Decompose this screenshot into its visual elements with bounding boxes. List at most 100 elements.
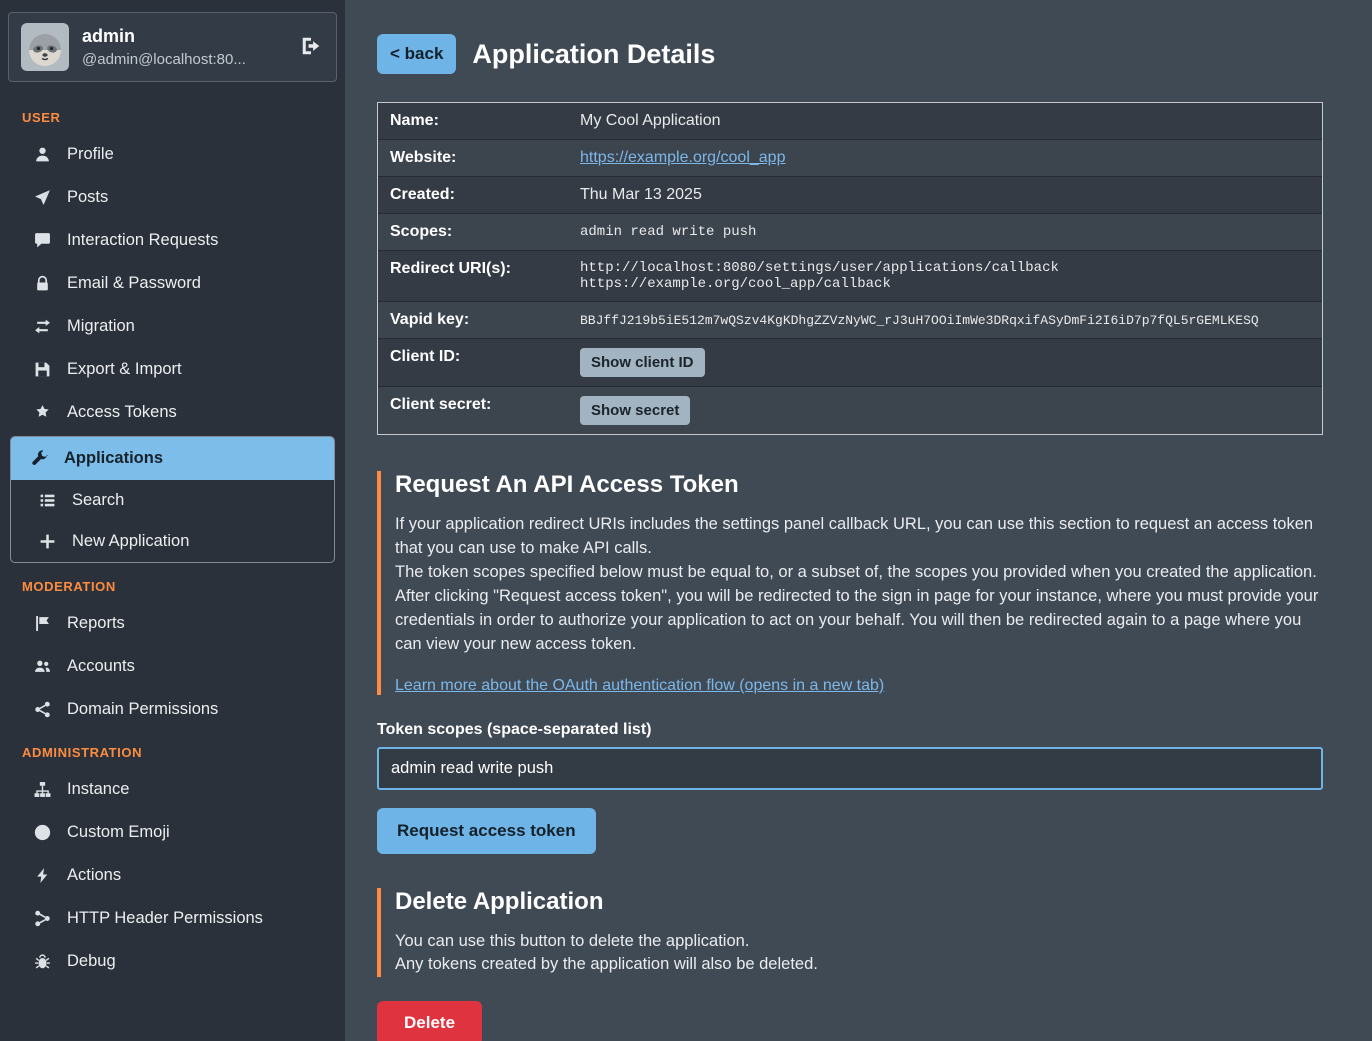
- token-section: Request An API Access Token If your appl…: [377, 471, 1323, 695]
- detail-value-name: My Cool Application: [568, 103, 1322, 139]
- detail-label: Website:: [378, 140, 568, 176]
- section-header-user: USER: [0, 96, 345, 133]
- user-card[interactable]: admin @admin@localhost:80...: [8, 12, 337, 82]
- sidebar-item-reports[interactable]: Reports: [0, 602, 345, 645]
- sidebar-item-label: Accounts: [67, 657, 135, 676]
- table-row: Client ID: Show client ID: [378, 339, 1322, 387]
- delete-section-paragraph: Any tokens created by the application wi…: [395, 953, 1323, 977]
- detail-value-scopes: admin read write push: [568, 214, 1322, 250]
- sidebar-item-label: Email & Password: [67, 274, 201, 293]
- sidebar-item-profile[interactable]: Profile: [0, 133, 345, 176]
- sidebar-item-label: Posts: [67, 188, 108, 207]
- show-client-id-button[interactable]: Show client ID: [580, 348, 705, 377]
- avatar: [21, 23, 69, 71]
- smile-icon: [34, 824, 52, 841]
- page-header: < back Application Details: [377, 34, 1323, 74]
- share-nodes-icon: [34, 701, 52, 718]
- sidebar-item-posts[interactable]: Posts: [0, 176, 345, 219]
- sidebar-item-label: Instance: [67, 780, 129, 799]
- sidebar-item-accounts[interactable]: Accounts: [0, 645, 345, 688]
- request-access-token-button[interactable]: Request access token: [377, 808, 596, 854]
- paper-plane-icon: [34, 189, 52, 206]
- lock-icon: [34, 275, 52, 292]
- sidebar-item-label: Search: [72, 491, 124, 510]
- user-name: admin: [82, 26, 287, 47]
- sidebar: admin @admin@localhost:80... USER Profil…: [0, 0, 345, 1041]
- token-section-paragraph: If your application redirect URIs includ…: [395, 513, 1323, 561]
- section-header-administration: ADMINISTRATION: [0, 731, 345, 768]
- detail-label: Vapid key:: [378, 302, 568, 338]
- sidebar-item-new-application[interactable]: New Application: [11, 521, 334, 562]
- oauth-docs-link[interactable]: Learn more about the OAuth authenticatio…: [395, 677, 884, 695]
- sidebar-item-interaction-requests[interactable]: Interaction Requests: [0, 219, 345, 262]
- table-row: Name: My Cool Application: [378, 103, 1322, 140]
- sidebar-item-applications-search[interactable]: Search: [11, 480, 334, 521]
- sidebar-item-actions[interactable]: Actions: [0, 854, 345, 897]
- detail-label: Scopes:: [378, 214, 568, 250]
- comment-icon: [34, 232, 52, 249]
- sidebar-item-label: Custom Emoji: [67, 823, 170, 842]
- sidebar-item-instance[interactable]: Instance: [0, 768, 345, 811]
- sidebar-item-label: Applications: [64, 449, 163, 468]
- delete-section: Delete Application You can use this butt…: [377, 888, 1323, 978]
- detail-label: Name:: [378, 103, 568, 139]
- token-section-title: Request An API Access Token: [395, 471, 1323, 499]
- table-row: Scopes: admin read write push: [378, 214, 1322, 251]
- detail-label: Client ID:: [378, 339, 568, 386]
- network-icon: [34, 910, 52, 927]
- sidebar-item-debug[interactable]: Debug: [0, 940, 345, 983]
- save-icon: [34, 361, 52, 378]
- delete-button[interactable]: Delete: [377, 1001, 482, 1041]
- tools-icon: [31, 450, 49, 467]
- detail-label: Created:: [378, 177, 568, 213]
- bug-icon: [34, 953, 52, 970]
- flag-icon: [34, 615, 52, 632]
- token-scopes-input[interactable]: [377, 747, 1323, 790]
- detail-label: Client secret:: [378, 387, 568, 434]
- detail-value-vapid-key: BBJffJ219b5iE512m7wQSzv4KgKDhgZZVzNyWC_r…: [568, 302, 1322, 338]
- table-row: Redirect URI(s): http://localhost:8080/s…: [378, 251, 1322, 302]
- sidebar-item-label: HTTP Header Permissions: [67, 909, 263, 928]
- sidebar-item-label: Interaction Requests: [67, 231, 218, 250]
- token-scopes-label: Token scopes (space-separated list): [377, 721, 1323, 739]
- website-link[interactable]: https://example.org/cool_app: [580, 149, 785, 167]
- users-icon: [34, 658, 52, 675]
- section-header-moderation: MODERATION: [0, 565, 345, 602]
- sidebar-item-http-header-permissions[interactable]: HTTP Header Permissions: [0, 897, 345, 940]
- sidebar-item-label: Access Tokens: [67, 403, 177, 422]
- list-icon: [39, 492, 57, 509]
- user-handle: @admin@localhost:80...: [82, 51, 287, 68]
- sidebar-group-applications: Applications Search New Application: [10, 436, 335, 563]
- table-row: Website: https://example.org/cool_app: [378, 140, 1322, 177]
- sidebar-item-applications[interactable]: Applications: [11, 437, 334, 480]
- token-section-paragraph: After clicking "Request access token", y…: [395, 585, 1323, 657]
- table-row: Created: Thu Mar 13 2025: [378, 177, 1322, 214]
- exchange-icon: [34, 318, 52, 335]
- sidebar-item-label: Export & Import: [67, 360, 182, 379]
- table-row: Vapid key: BBJffJ219b5iE512m7wQSzv4KgKDh…: [378, 302, 1322, 339]
- sidebar-item-domain-permissions[interactable]: Domain Permissions: [0, 688, 345, 731]
- bolt-icon: [34, 867, 52, 884]
- sidebar-item-access-tokens[interactable]: Access Tokens: [0, 391, 345, 434]
- detail-value-redirect-uris: http://localhost:8080/settings/user/appl…: [568, 251, 1322, 301]
- sidebar-item-label: Debug: [67, 952, 116, 971]
- delete-section-title: Delete Application: [395, 888, 1323, 916]
- sidebar-item-migration[interactable]: Migration: [0, 305, 345, 348]
- sidebar-item-custom-emoji[interactable]: Custom Emoji: [0, 811, 345, 854]
- sidebar-item-email-password[interactable]: Email & Password: [0, 262, 345, 305]
- sidebar-item-label: New Application: [72, 532, 189, 551]
- certificate-icon: [34, 404, 52, 421]
- user-icon: [34, 146, 52, 163]
- plus-icon: [39, 533, 57, 550]
- sidebar-item-label: Actions: [67, 866, 121, 885]
- detail-label: Redirect URI(s):: [378, 251, 568, 301]
- delete-section-paragraph: You can use this button to delete the ap…: [395, 930, 1323, 954]
- detail-value-created: Thu Mar 13 2025: [568, 177, 1322, 213]
- back-button[interactable]: < back: [377, 34, 456, 74]
- show-secret-button[interactable]: Show secret: [580, 396, 690, 425]
- sidebar-item-export-import[interactable]: Export & Import: [0, 348, 345, 391]
- sidebar-item-label: Profile: [67, 145, 114, 164]
- table-row: Client secret: Show secret: [378, 387, 1322, 434]
- sign-out-icon[interactable]: [300, 35, 324, 59]
- user-meta: admin @admin@localhost:80...: [82, 26, 287, 68]
